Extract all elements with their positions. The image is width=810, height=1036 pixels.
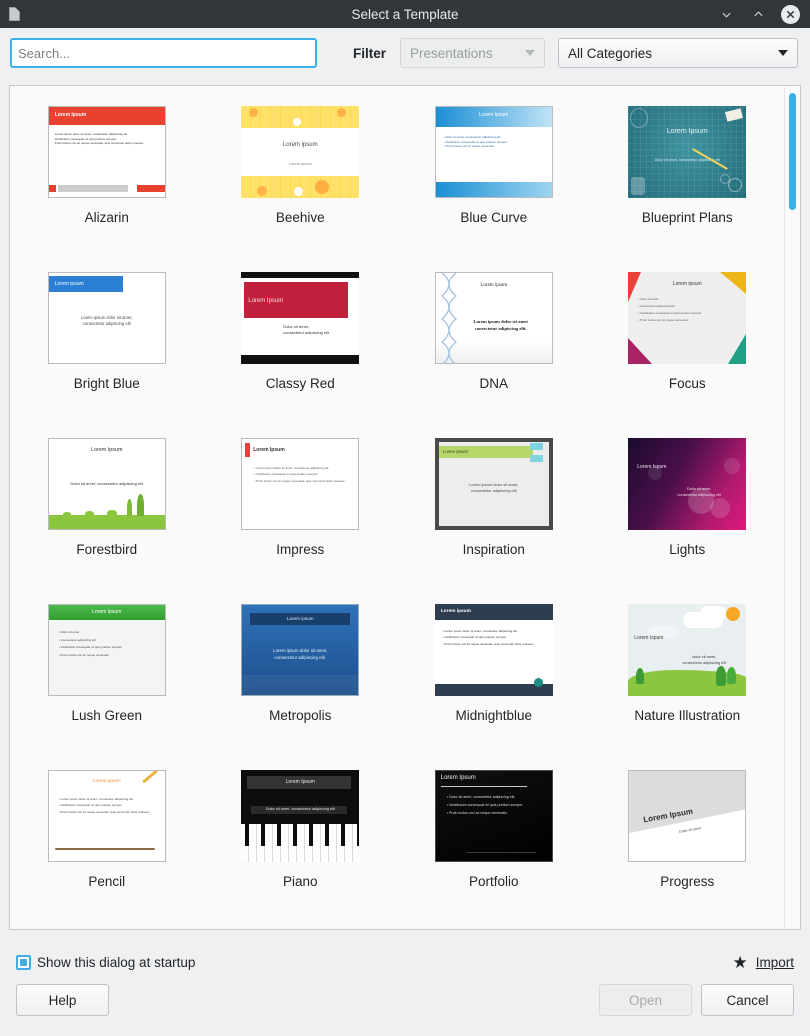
chevron-down-icon (525, 50, 536, 56)
template-thumbnail-nature-illustration[interactable]: Lorem Ispum dolor sit amet, consectetur a… (628, 604, 747, 696)
template-item[interactable]: Lorem ipsum • Lorem ipsum dolor sit amet… (10, 760, 204, 926)
template-thumbnail-forestbird[interactable]: Lorem Ipsum Dolor sit amet, consectetur … (47, 438, 166, 530)
close-icon[interactable] (781, 4, 800, 24)
filter-bar: Filter Presentations All Categories (0, 28, 810, 78)
category-filter-dropdown[interactable]: All Categories (558, 38, 799, 68)
template-label: Impress (276, 542, 325, 557)
template-label: Bright Blue (73, 376, 140, 391)
template-label: Midnightblue (455, 708, 533, 723)
template-item[interactable]: Lorem ipsum Lorem ipsum Beehive (204, 96, 398, 262)
template-item[interactable]: Lorem Ispum dolor sit amet, consectetur a… (591, 594, 785, 760)
template-list-panel: Lorem Ipsum Lorem ipsum dolor sit amet, … (9, 85, 801, 930)
template-thumbnail-metropolis[interactable]: Lorem ipsum Lorem ipsum dolor sit amet, c… (241, 604, 360, 696)
template-thumbnail-impress[interactable]: Lorem Ipsum • Lorem ipsum dolor sit amet… (241, 438, 360, 530)
vertical-scrollbar[interactable] (784, 87, 799, 928)
primary-buttons: Open Cancel (599, 984, 794, 1016)
template-label: Beehive (275, 210, 325, 225)
template-label: Lush Green (71, 708, 143, 723)
template-label: Forestbird (76, 542, 138, 557)
template-thumbnail-dna[interactable]: Lorem ipsum Lorem ipsum dolor sit amet co… (434, 272, 553, 364)
chevron-down-icon (778, 50, 789, 56)
help-button[interactable]: Help (16, 984, 109, 1016)
footer-options-row: Show this dialog at startup ★ Import (0, 938, 810, 976)
template-label: Alizarin (84, 210, 129, 225)
star-icon: ★ (732, 952, 748, 972)
template-item[interactable]: Lorem ipsum Lorem ipsum dolor sit amet co… (397, 262, 591, 428)
template-item[interactable]: Lorem Ipsum Dolor sit amet, consectetur … (10, 428, 204, 594)
template-thumbnail-blueprint-plans[interactable]: Lorem Ipsum Dolor sit amet, consectetur … (628, 106, 747, 198)
template-thumbnail-classy-red[interactable]: Lorem Ipsum Dolor sit amet, consectetur a… (241, 272, 360, 364)
template-thumbnail-blue-curve[interactable]: Lorem Ipsum • Dolor sit amet, consectetu… (434, 106, 553, 198)
template-item[interactable]: Lorem Ipsum • Dolor sit amet, consectetu… (397, 96, 591, 262)
window-title: Select a Template (351, 6, 459, 22)
template-thumbnail-lush-green[interactable]: Lorem Ipsum • Dolor sit amet • Consectetu… (47, 604, 166, 696)
template-item[interactable]: Lorem Ipsum Dolor sit amet, consectetur … (591, 96, 785, 262)
template-item[interactable]: Lorem Ipsum Dolor sit amet, consectetur … (204, 760, 398, 926)
application-filter-dropdown[interactable]: Presentations (400, 38, 546, 68)
template-label: Classy Red (265, 376, 335, 391)
template-item[interactable]: Lorem ipsum Lorem ipsum dolor sit amet, c… (397, 428, 591, 594)
template-label: Inspiration (462, 542, 525, 557)
category-filter-value: All Categories (568, 45, 653, 61)
template-grid: Lorem Ipsum Lorem ipsum dolor sit amet, … (10, 86, 784, 926)
template-item[interactable]: Lorem ipsum Lorem ipsum dolor sit amet, c… (204, 594, 398, 760)
template-thumbnail-inspiration[interactable]: Lorem ipsum Lorem ipsum dolor sit amet, c… (434, 438, 553, 530)
template-thumbnail-alizarin[interactable]: Lorem Ipsum Lorem ipsum dolor sit amet, … (47, 106, 166, 198)
template-thumbnail-lights[interactable]: Lorem Ispum Dolor sit amet, consectetur a… (628, 438, 747, 530)
template-label: Metropolis (269, 708, 332, 723)
maximize-icon[interactable] (749, 5, 767, 23)
template-label: Lights (669, 542, 706, 557)
template-item[interactable]: Lorem Ipsum Dolor sit amet, consectetur a… (204, 262, 398, 428)
template-item[interactable]: Lorem Ipsum • Dolor sit amet • Consectetu… (10, 594, 204, 760)
window-controls (717, 4, 810, 24)
template-thumbnail-portfolio[interactable]: Lorem Ipsum • Dolor sit amet, consectetu… (434, 770, 553, 862)
title-bar: Select a Template (0, 0, 810, 28)
template-thumbnail-focus[interactable]: Lorem ipsum • dolor sit amet • consectetu… (628, 272, 747, 364)
template-thumbnail-progress[interactable]: Lorem Ipsum Dolor sit amet (628, 770, 747, 862)
template-label: Blue Curve (460, 210, 528, 225)
footer-buttons-row: Help Open Cancel (0, 976, 810, 1016)
minimize-icon[interactable] (717, 5, 735, 23)
template-label: DNA (479, 376, 508, 391)
template-item[interactable]: Lorem Ispum Dolor sit amet, consectetur a… (591, 428, 785, 594)
document-icon (8, 7, 20, 21)
template-grid-scroll: Lorem Ipsum Lorem ipsum dolor sit amet, … (10, 86, 784, 929)
template-item[interactable]: Lorem Ipsum • Dolor sit amet, consectetu… (397, 760, 591, 926)
template-label: Progress (660, 874, 715, 889)
application-filter-value: Presentations (410, 45, 493, 61)
app-icon (0, 7, 28, 21)
template-thumbnail-midnightblue[interactable]: Lorem ipsum • Lorem ipsum dolor sit amet… (434, 604, 553, 696)
template-item[interactable]: Lorem ipsum • Lorem ipsum dolor sit amet… (397, 594, 591, 760)
template-thumbnail-piano[interactable]: Lorem Ipsum Dolor sit amet, consectetur … (241, 770, 360, 862)
template-item[interactable]: Lorem Ipsum Dolor sit amet Progress (591, 760, 785, 926)
template-item[interactable]: Lorem ipsum • dolor sit amet • consectetu… (591, 262, 785, 428)
template-label: Piano (282, 874, 318, 889)
show-at-startup-checkbox[interactable] (16, 954, 31, 970)
template-label: Portfolio (468, 874, 519, 889)
template-label: Pencil (88, 874, 126, 889)
cancel-button[interactable]: Cancel (701, 984, 794, 1016)
template-thumbnail-pencil[interactable]: Lorem ipsum • Lorem ipsum dolor sit amet… (47, 770, 166, 862)
template-item[interactable]: Lorem ipsum Lorem ipsum dolor sit amet, c… (10, 262, 204, 428)
template-label: Nature Illustration (634, 708, 741, 723)
show-at-startup-label[interactable]: Show this dialog at startup (37, 955, 195, 970)
import-button[interactable]: ★ Import (732, 954, 794, 971)
template-label: Focus (668, 376, 706, 391)
template-item[interactable]: Lorem Ipsum Lorem ipsum dolor sit amet, … (10, 96, 204, 262)
template-label: Blueprint Plans (641, 210, 733, 225)
import-label: Import (755, 954, 794, 970)
scrollbar-thumb[interactable] (789, 93, 796, 210)
template-item[interactable]: Lorem Ipsum • Lorem ipsum dolor sit amet… (204, 428, 398, 594)
open-button[interactable]: Open (599, 984, 692, 1016)
template-thumbnail-bright-blue[interactable]: Lorem ipsum Lorem ipsum dolor sit amet, c… (47, 272, 166, 364)
filter-label: Filter (353, 45, 387, 61)
template-thumbnail-beehive[interactable]: Lorem ipsum Lorem ipsum (241, 106, 360, 198)
dialog-footer: Show this dialog at startup ★ Import Hel… (0, 938, 810, 1036)
search-input[interactable] (10, 38, 317, 68)
